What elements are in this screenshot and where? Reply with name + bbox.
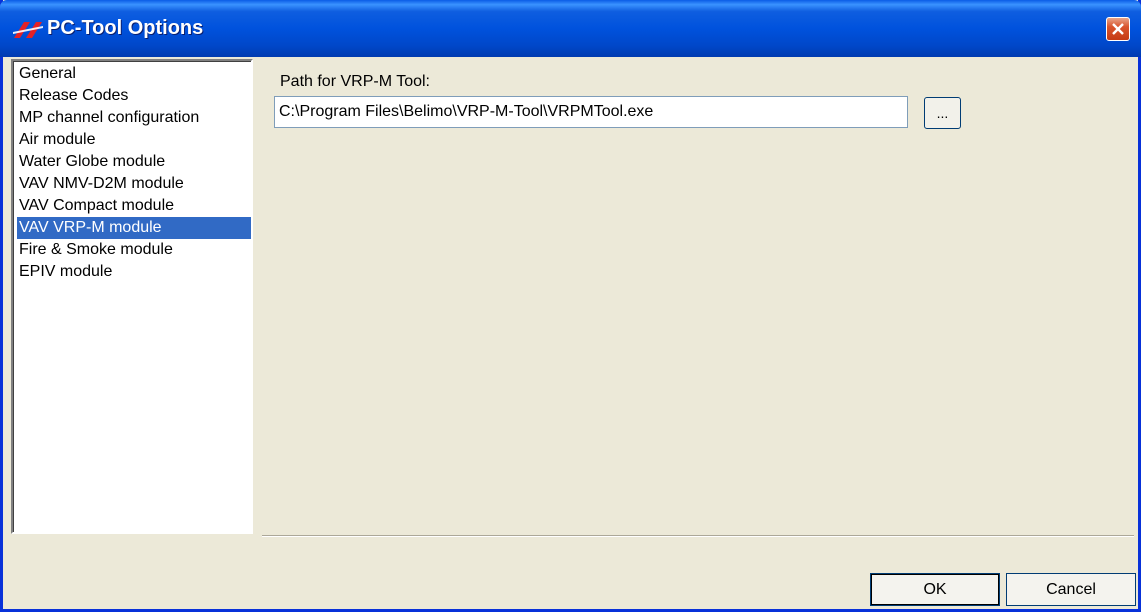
category-item-water-globe-module[interactable]: Water Globe module — [19, 151, 251, 173]
category-item-vav-nmv-d2m-module[interactable]: VAV NMV-D2M module — [19, 173, 251, 195]
close-icon — [1112, 23, 1124, 35]
browse-button[interactable]: ... — [924, 97, 961, 129]
category-list[interactable]: General Release Codes MP channel configu… — [11, 59, 253, 534]
category-item-air-module[interactable]: Air module — [19, 129, 251, 151]
category-item-epiv-module[interactable]: EPIV module — [19, 261, 251, 283]
category-item-vav-compact-module[interactable]: VAV Compact module — [19, 195, 251, 217]
bottom-separator — [262, 535, 1134, 537]
vrp-m-tool-path-label: Path for VRP-M Tool: — [280, 73, 430, 90]
category-item-fire-smoke-module[interactable]: Fire & Smoke module — [19, 239, 251, 261]
category-item-mp-channel-configuration[interactable]: MP channel configuration — [19, 107, 251, 129]
belimo-logo-icon — [12, 18, 44, 40]
category-item-general[interactable]: General — [19, 63, 251, 85]
cancel-button[interactable]: Cancel — [1006, 573, 1136, 606]
vrp-m-tool-path-input[interactable] — [274, 96, 908, 128]
title-bar[interactable]: PC-Tool Options — [0, 0, 1141, 57]
category-item-release-codes[interactable]: Release Codes — [19, 85, 251, 107]
ok-button[interactable]: OK — [870, 573, 1000, 606]
window-title: PC-Tool Options — [47, 17, 204, 39]
close-button[interactable] — [1106, 17, 1130, 41]
category-item-vav-vrp-m-module[interactable]: VAV VRP-M module — [17, 217, 251, 239]
